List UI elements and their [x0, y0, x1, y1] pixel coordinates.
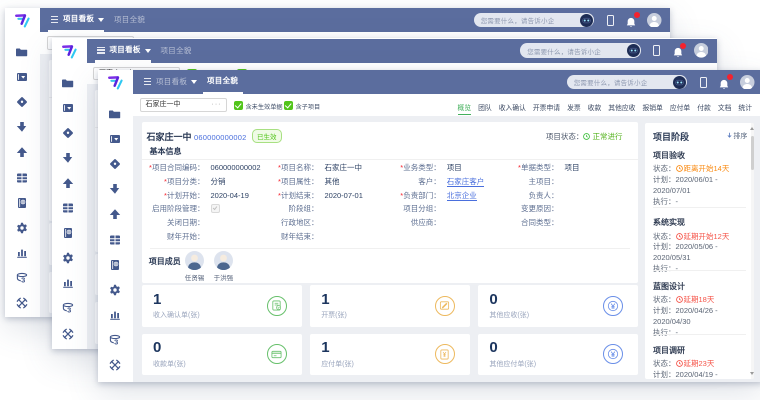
svg-text:3: 3 [21, 275, 25, 283]
svg-text:3: 3 [114, 337, 118, 345]
svg-text:3: 3 [67, 306, 71, 314]
